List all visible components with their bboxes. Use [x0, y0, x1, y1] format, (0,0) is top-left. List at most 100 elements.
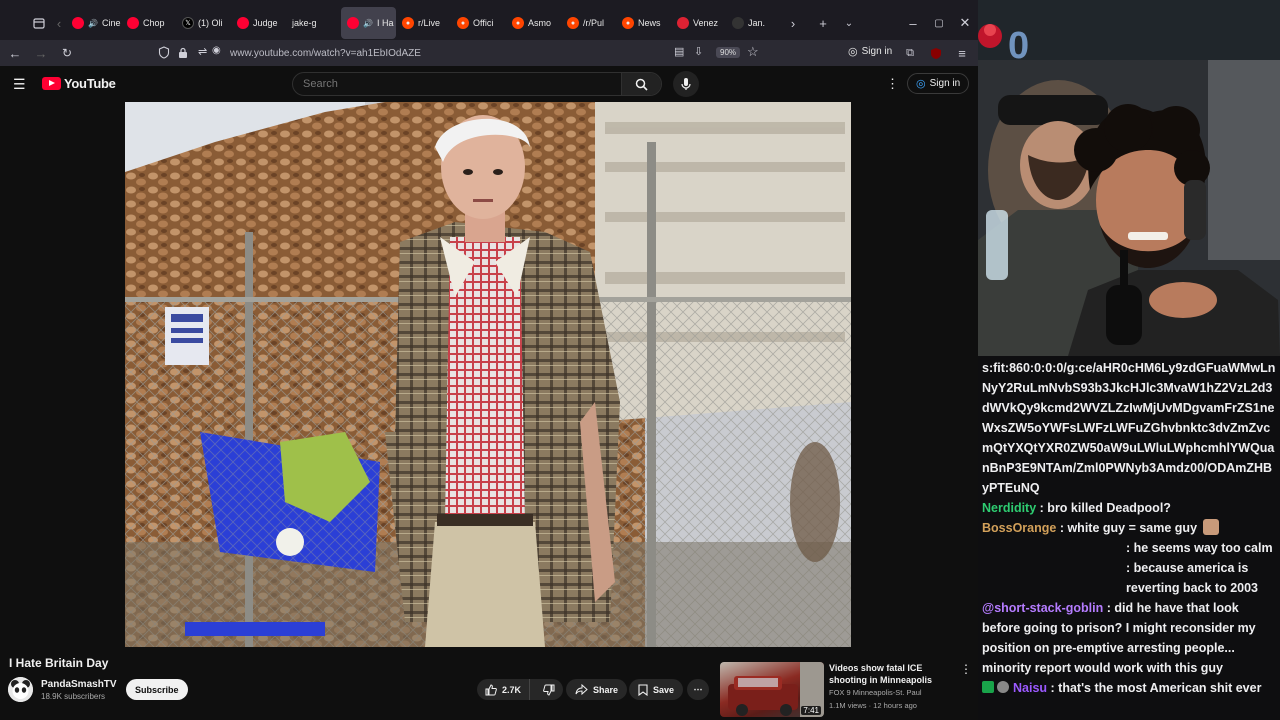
youtube-favicon-icon — [347, 17, 359, 29]
youtube-logo[interactable]: YouTube — [42, 76, 116, 91]
recommended-channel: FOX 9 Minneapolis-St. Paul — [829, 688, 922, 697]
url-bar[interactable]: ⇌ ◉ www.youtube.com/watch?v=ah1EbIOdAZE … — [152, 42, 772, 64]
youtube-favicon-icon — [72, 17, 84, 29]
extensions-icon[interactable]: ⧉ — [897, 40, 923, 66]
x-favicon-icon: 𝕏 — [182, 17, 194, 29]
chat-message: Nerdidity : bro killed Deadpool? — [982, 498, 1276, 518]
more-options-icon[interactable]: ⋮ — [886, 76, 899, 92]
browser-tab-label: Jan. — [748, 18, 766, 28]
microphone-icon — [681, 78, 691, 90]
chat-username[interactable]: Nerdidity — [982, 501, 1036, 515]
browser-tab[interactable]: Judge — [231, 7, 286, 39]
chat-text: : he seems way too calm — [1126, 541, 1273, 555]
new-tab-icon[interactable]: + — [810, 10, 836, 36]
minimize-icon[interactable]: – — [900, 10, 926, 36]
screen: ‹ 🔊CinemChop𝕏(1) OliJudgejake-g🔊I Ha●r/L… — [0, 0, 1280, 720]
channel-name[interactable]: PandaSmashTV — [41, 679, 117, 690]
stream-chat: s:fit:860:0:0:0/g:ce/aHR0cHM6Ly9zdGFuaWM… — [978, 356, 1280, 720]
chat-badge-icon — [982, 681, 1013, 695]
browser-tab[interactable]: 𝕏 (1) Oli — [176, 7, 231, 39]
recommended-thumbnail[interactable]: 7:41 — [720, 662, 824, 717]
browser-tab[interactable]: Jan. — [726, 7, 781, 39]
tab-overview-icon[interactable] — [26, 10, 52, 36]
dislike-button[interactable] — [535, 679, 563, 700]
browser-tab[interactable]: jake-g — [286, 7, 341, 39]
browser-menu-icon[interactable]: ≡ — [949, 40, 975, 66]
browser-tab[interactable]: Chop — [121, 7, 176, 39]
search-box — [292, 72, 662, 96]
svg-text:0: 0 — [1008, 25, 1029, 67]
download-page-icon[interactable]: ⇩ — [694, 45, 703, 58]
subscribe-button[interactable]: Subscribe — [126, 679, 188, 700]
browser-tab[interactable]: 🔊Cinem — [66, 7, 121, 39]
browser-tab[interactable]: ● /r/Pul — [561, 7, 616, 39]
video-player[interactable] — [125, 102, 851, 647]
share-label: Share — [593, 684, 619, 695]
reload-icon[interactable]: ↻ — [54, 40, 80, 66]
ublock-icon[interactable] — [923, 40, 949, 66]
browser-tab-label: News — [638, 18, 661, 28]
maximize-icon[interactable]: ▢ — [926, 10, 952, 36]
tab-audio-icon[interactable]: 🔊 — [88, 19, 98, 28]
share-icon — [575, 684, 588, 695]
chat-text: : that's the most American shit ever — [1050, 681, 1262, 695]
voice-search-button[interactable] — [673, 71, 699, 97]
search-button[interactable] — [621, 73, 661, 95]
recommended-more-icon[interactable]: ⋮ — [960, 662, 972, 676]
streamer-webcam: 0 — [978, 0, 1280, 356]
reddit-favicon-icon: ● — [512, 17, 524, 29]
chat-username[interactable]: Naisu — [1013, 681, 1047, 695]
chat-message: : because america is reverting back to 2… — [982, 558, 1276, 598]
share-button[interactable]: Share — [566, 679, 628, 700]
browser-tab-label: jake-g — [292, 18, 317, 28]
reader-view-icon[interactable]: ▤ — [674, 45, 684, 58]
browser-tab[interactable]: Venez — [671, 7, 726, 39]
recommended-title[interactable]: Videos show fatal ICE shooting in Minnea… — [829, 662, 957, 686]
youtube-signin-button[interactable]: ◎ Sign in — [907, 73, 970, 94]
browser-tab[interactable]: ● Asmo — [506, 7, 561, 39]
more-actions-button[interactable]: ⋯ — [687, 679, 709, 700]
bookmark-star-icon[interactable]: ☆ — [747, 44, 759, 60]
chat-message: s:fit:860:0:0:0/g:ce/aHR0cHM6Ly9zdGFuaWM… — [982, 358, 1276, 498]
channel-avatar[interactable] — [8, 677, 33, 702]
browser-tab[interactable]: ● News — [616, 7, 671, 39]
dark-favicon-icon — [732, 17, 744, 29]
browser-nav-bar: ← → ↻ ⇌ ◉ www.youtube.com/watch?v=ah1EbI… — [0, 40, 978, 66]
chat-text: : because america is reverting back to 2… — [1126, 561, 1259, 595]
browser-signin[interactable]: ◎ Sign in — [848, 45, 892, 58]
media-icon[interactable]: ◉ — [212, 45, 221, 56]
browser-tab[interactable]: 🔊 I Ha — [341, 7, 396, 39]
url-text[interactable]: www.youtube.com/watch?v=ah1EbIOdAZE — [230, 48, 421, 59]
chat-username[interactable]: @short-stack-goblin — [982, 601, 1103, 615]
browser-tab-label: I Ha — [376, 18, 394, 28]
pink-favicon-icon — [677, 17, 689, 29]
tab-audio-icon[interactable]: 🔊 — [363, 19, 373, 28]
chat-emote-icon — [1203, 519, 1220, 535]
tab-scroll-right-icon[interactable]: › — [786, 10, 800, 36]
browser-tab-label: Venez — [693, 18, 719, 28]
zoom-level-badge[interactable]: 90% — [716, 47, 741, 58]
browser-tab[interactable]: ● r/Live — [396, 7, 451, 39]
browser-tab-label: Judge — [253, 18, 278, 28]
close-window-icon[interactable]: ✕ — [952, 10, 978, 36]
reddit-favicon-icon: ● — [402, 17, 414, 29]
chat-text: : white guy = same guy — [1059, 521, 1198, 535]
back-icon[interactable]: ← — [2, 40, 28, 66]
browser-tab-label: /r/Pul — [583, 18, 605, 28]
permissions-icon[interactable]: ⇌ — [198, 45, 207, 58]
chat-message: : he seems way too calm — [982, 538, 1276, 558]
search-input[interactable] — [293, 78, 621, 90]
shield-icon[interactable] — [158, 46, 170, 64]
hamburger-menu-icon[interactable]: ☰ — [13, 76, 26, 93]
like-button[interactable]: 2.7K — [477, 679, 531, 700]
browser-tab-label: (1) Oli — [198, 18, 223, 28]
tab-list-icon[interactable]: ⌄ — [836, 10, 862, 36]
lock-icon[interactable] — [178, 46, 188, 64]
chat-username[interactable]: BossOrange — [982, 521, 1056, 535]
save-button[interactable]: Save — [629, 679, 684, 700]
tab-scroll-left-icon[interactable]: ‹ — [52, 10, 66, 36]
browser-tab[interactable]: ● Offici — [451, 7, 506, 39]
forward-icon[interactable]: → — [28, 40, 54, 66]
search-icon — [635, 78, 648, 91]
reddit-favicon-icon: ● — [622, 17, 634, 29]
